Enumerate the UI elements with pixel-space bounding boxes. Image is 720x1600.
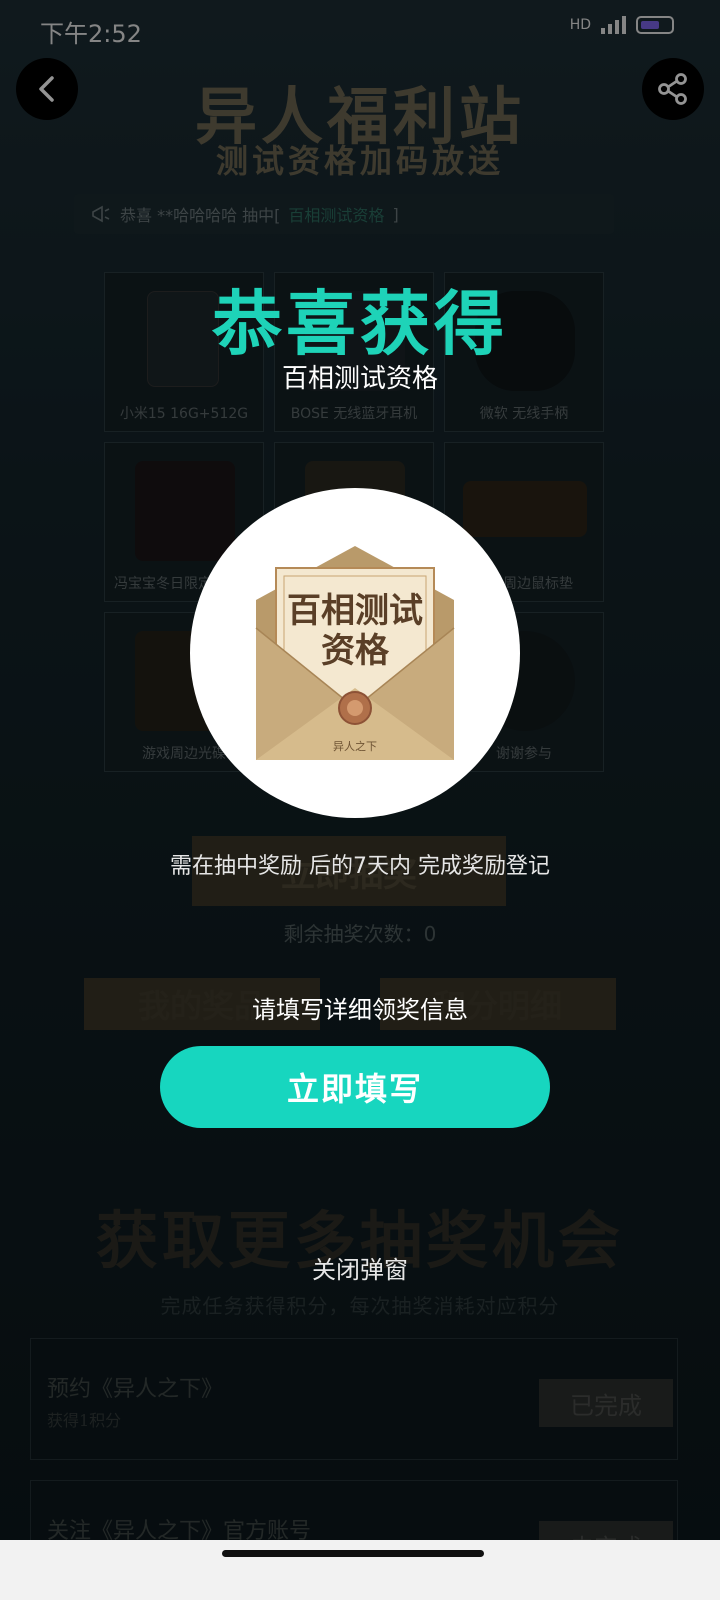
home-indicator[interactable] bbox=[222, 1550, 484, 1557]
system-nav-bar bbox=[0, 1540, 720, 1600]
modal-note: 需在抽中奖励 后的7天内 完成奖励登记 bbox=[170, 854, 550, 879]
modal-prize-name: 百相测试资格 bbox=[281, 364, 438, 394]
modal-fill-info: 请填写详细领奖信息 bbox=[252, 996, 468, 1024]
envelope-text-line1: 百相测试 bbox=[287, 591, 423, 631]
envelope-footer: 异人之下 bbox=[333, 739, 377, 753]
prize-image-circle: 百相测试 资格 异人之下 bbox=[190, 488, 520, 818]
envelope-icon: 百相测试 资格 异人之下 bbox=[255, 546, 455, 760]
modal-title: 恭喜获得 bbox=[212, 283, 508, 365]
fill-now-button[interactable]: 立即填写 bbox=[160, 1046, 550, 1128]
close-modal-button[interactable]: 关闭弹窗 bbox=[0, 1250, 720, 1285]
envelope-text-line2: 资格 bbox=[321, 631, 390, 671]
